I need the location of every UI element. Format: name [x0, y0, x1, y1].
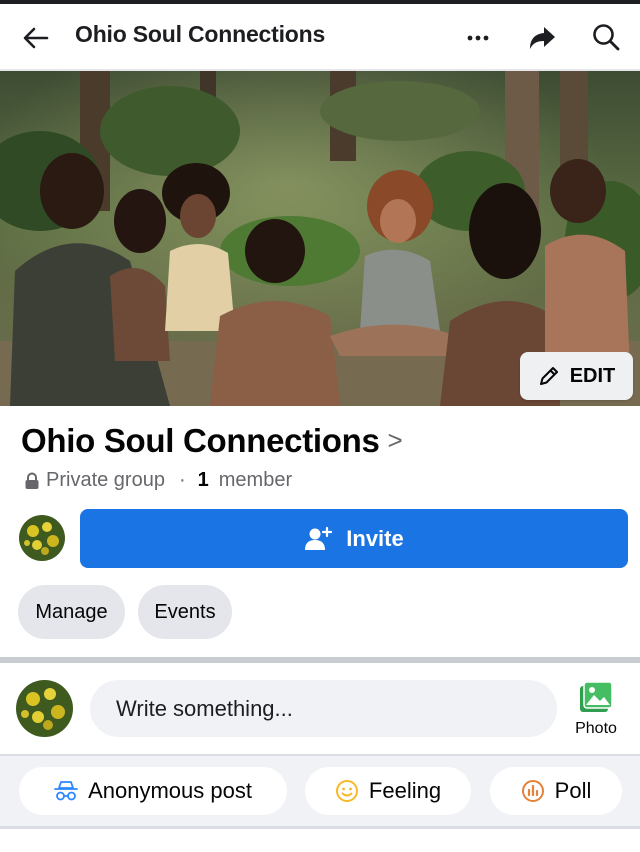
feeling-button[interactable]: Feeling: [305, 767, 471, 815]
meta-separator: ·: [178, 469, 186, 491]
group-name-link[interactable]: Ohio Soul Connections >: [21, 422, 403, 460]
search-button[interactable]: [588, 18, 624, 56]
chevron-right-icon: >: [387, 425, 403, 455]
member-count[interactable]: 1: [198, 469, 209, 492]
invite-label: Invite: [346, 525, 404, 551]
anonymous-post-label: Anonymous post: [88, 778, 252, 803]
share-button[interactable]: [525, 20, 559, 56]
photo-button[interactable]: Photo: [568, 680, 624, 744]
write-something-input[interactable]: Write something...: [90, 680, 557, 737]
invite-button[interactable]: Invite: [80, 509, 628, 568]
lock-icon: [24, 472, 40, 490]
anonymous-icon: [54, 781, 78, 801]
edit-label: EDIT: [569, 364, 616, 387]
more-icon: [467, 35, 489, 41]
group-name: Ohio Soul Connections: [21, 422, 380, 459]
share-icon: [530, 27, 555, 49]
poll-label: Poll: [554, 778, 592, 803]
photo-icon: [580, 681, 613, 712]
add-person-icon: [305, 526, 333, 550]
member-avatar[interactable]: [19, 515, 65, 561]
events-button[interactable]: Events: [138, 585, 232, 639]
search-icon: [593, 24, 620, 51]
smiley-icon: [335, 780, 358, 802]
pencil-icon: [539, 367, 558, 385]
composer-avatar[interactable]: [16, 680, 73, 737]
anonymous-post-button[interactable]: Anonymous post: [19, 767, 287, 815]
more-options-button[interactable]: [462, 20, 494, 56]
group-meta: Private group · 1 member: [24, 469, 292, 492]
edit-cover-button[interactable]: EDIT: [520, 352, 633, 400]
bottom-divider: [0, 826, 640, 829]
poll-icon: [521, 780, 544, 802]
avatar-flowers-image: [16, 680, 73, 737]
back-button[interactable]: [18, 20, 54, 56]
feeling-label: Feeling: [368, 778, 442, 803]
section-divider: [0, 657, 640, 663]
back-arrow-icon: [23, 27, 49, 49]
privacy-label: Private group: [46, 469, 165, 491]
avatar-flowers-image: [19, 515, 65, 561]
top-app-bar: Ohio Soul Connections: [0, 4, 640, 70]
manage-button[interactable]: Manage: [18, 585, 125, 639]
photo-label: Photo: [575, 720, 617, 737]
poll-button[interactable]: Poll: [490, 767, 622, 815]
app-bar-title: Ohio Soul Connections: [75, 21, 326, 47]
member-label[interactable]: member: [219, 469, 292, 492]
